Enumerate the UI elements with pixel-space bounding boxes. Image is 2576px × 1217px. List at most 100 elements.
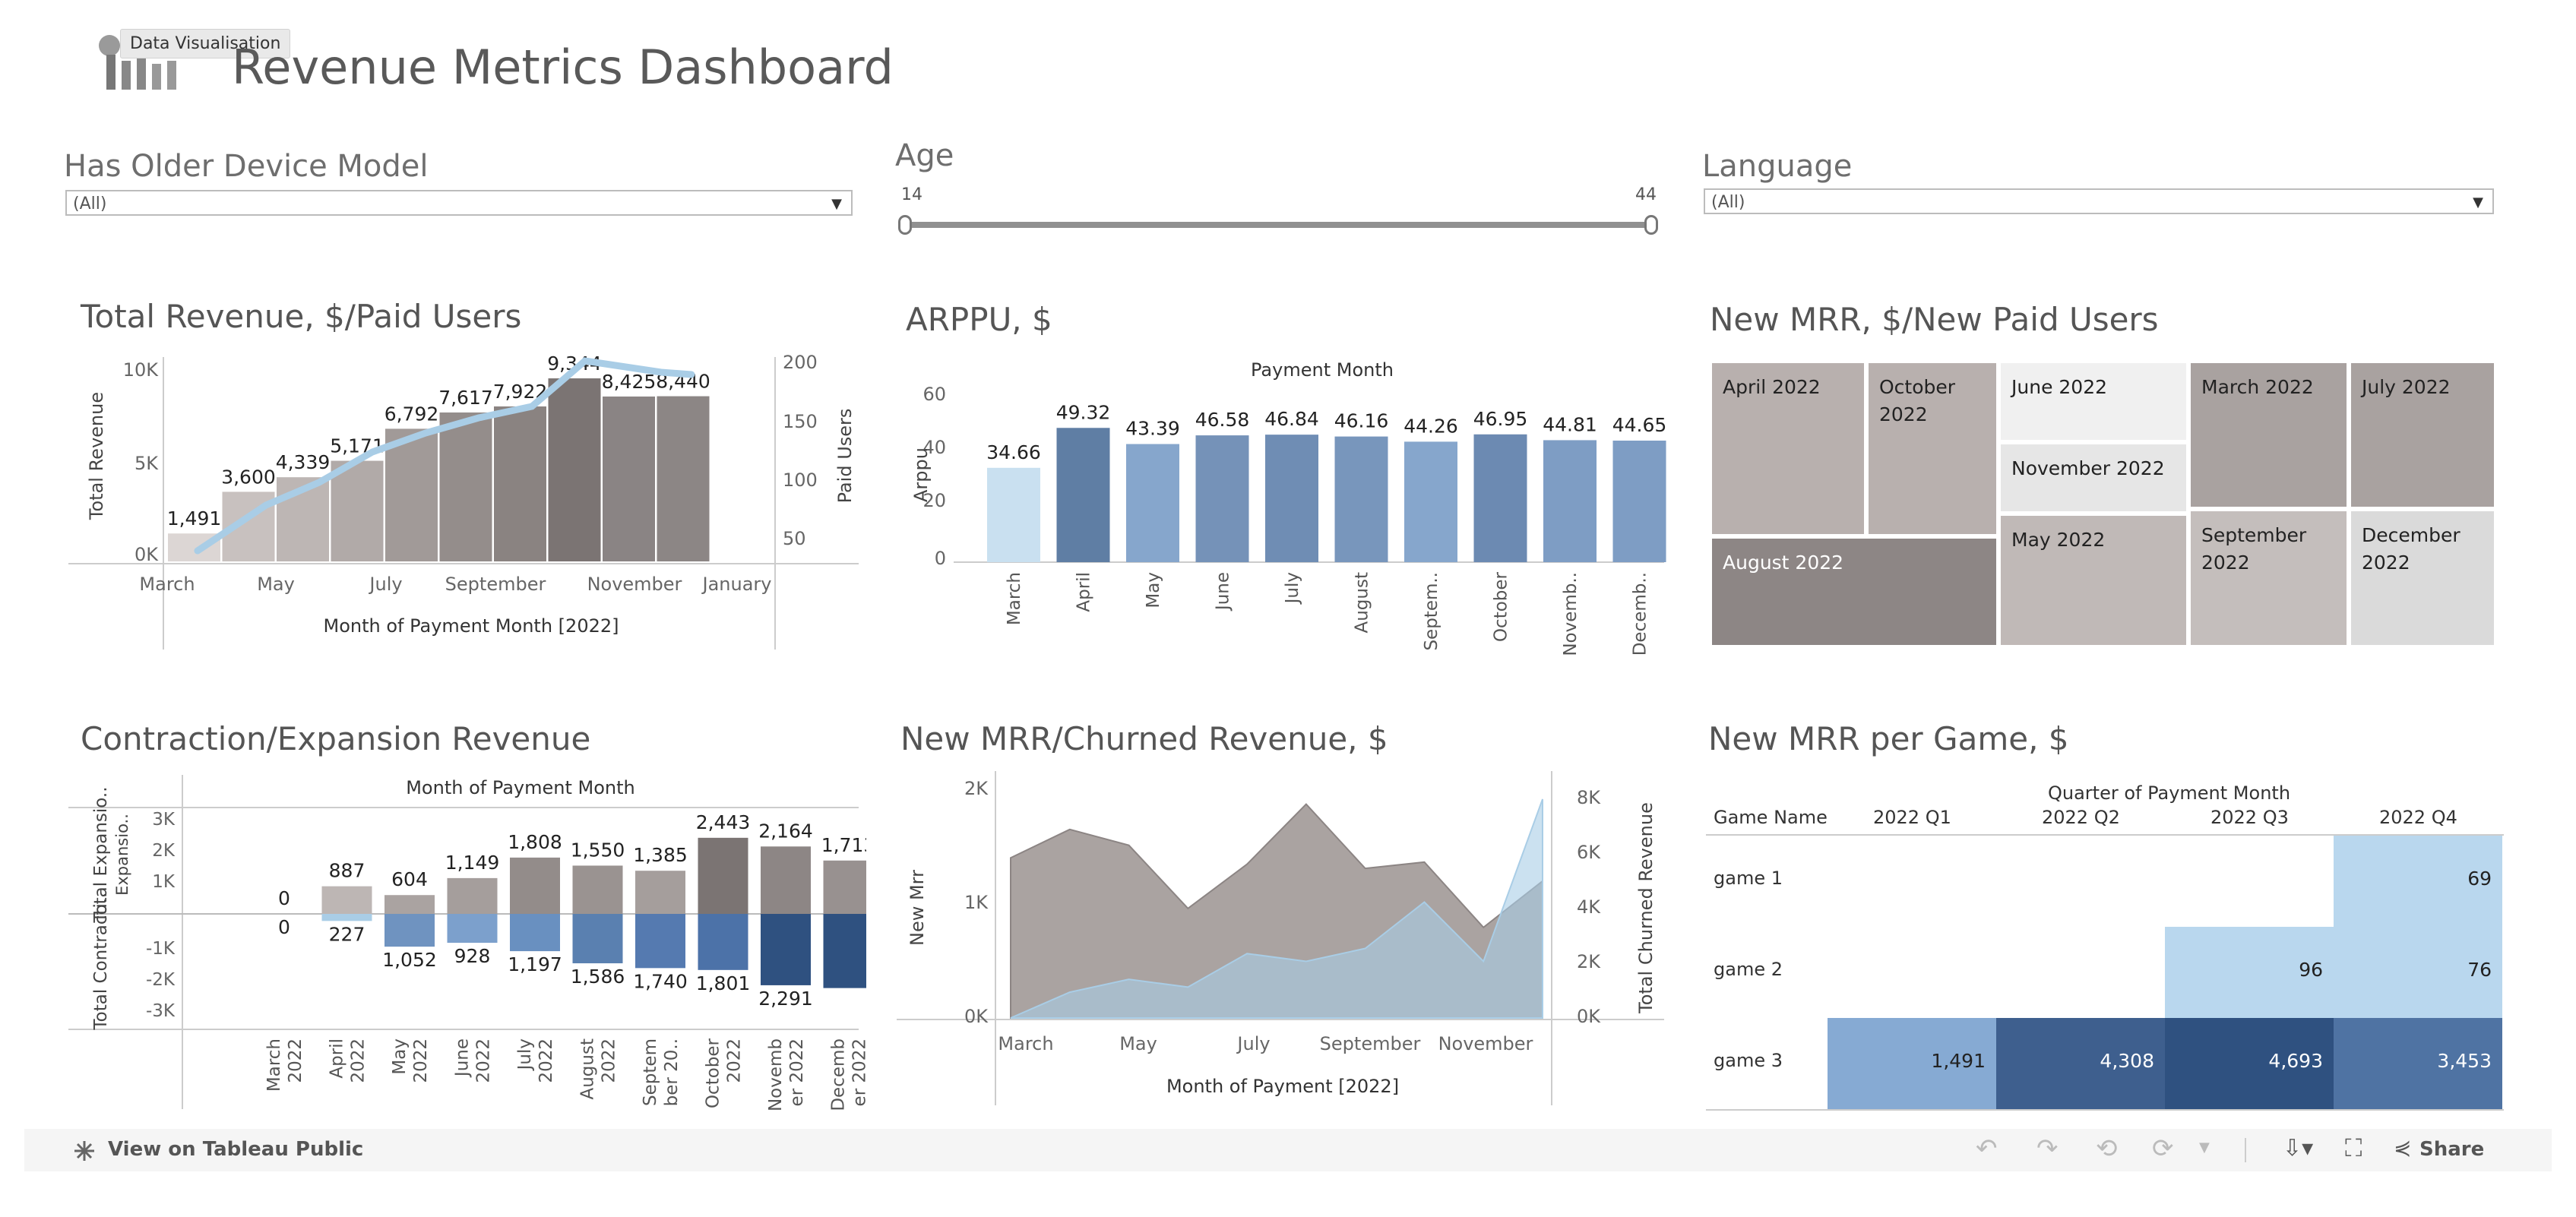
y2-tick-label: 6K: [1577, 842, 1601, 863]
x-tick-label: 2022: [411, 1038, 431, 1083]
x-tick-label: 2022: [349, 1038, 369, 1083]
device-filter-dropdown[interactable]: (All) ▼: [65, 190, 853, 216]
x-tick-label: April: [328, 1038, 347, 1079]
y-axis-label: Total Revenue: [86, 392, 107, 520]
expansion-bar: [572, 865, 623, 914]
arppu-bar: [1612, 441, 1666, 562]
contraction-bar: [385, 914, 435, 947]
divider: [2245, 1138, 2246, 1162]
per-game-title: New MRR per Game, $: [1708, 720, 2069, 757]
share-button[interactable]: Share: [2419, 1138, 2484, 1161]
x-tick-label: 2022: [600, 1038, 619, 1083]
data-label: 46.58: [1195, 409, 1250, 431]
treemap-cell[interactable]: March 2022: [2188, 361, 2349, 509]
table-cell[interactable]: 3,453: [2334, 1018, 2502, 1109]
y-tick-label: 0K: [134, 544, 159, 565]
data-label: 2,291: [758, 988, 813, 1010]
age-min-handle[interactable]: [898, 215, 912, 235]
new-mrr-title: New MRR, $/New Paid Users: [1710, 301, 2159, 338]
x-tick-label: Novemb..: [1561, 572, 1581, 656]
table-cell[interactable]: [1828, 927, 1996, 1018]
data-label: 7,617: [438, 387, 493, 409]
data-label: 44.65: [1612, 414, 1667, 436]
expansion-bar: [761, 846, 811, 914]
treemap-cell[interactable]: August 2022: [1710, 536, 1998, 647]
data-label: 1,801: [696, 972, 751, 994]
age-slider-track[interactable]: [904, 222, 1657, 228]
table-row-header: game 2: [1714, 959, 1783, 980]
device-filter-label: Has Older Device Model: [64, 149, 429, 184]
x-tick-label: November: [1438, 1033, 1533, 1054]
y-tick-label: 3K: [152, 810, 176, 830]
footer-toolbar: View on Tableau Public ↶ ↷ ⟲ ⟳ ▼ ⇩▾ ⛶ ⋞ …: [24, 1129, 2552, 1171]
table-cell[interactable]: [2165, 836, 2334, 927]
data-label: 1,713: [821, 834, 866, 856]
treemap-cell[interactable]: November 2022: [1998, 442, 2188, 514]
table-row-header: game 3: [1714, 1050, 1783, 1071]
table-body: game 1 69 game 2 96 76 game 3 1,491 4,308 4,693 3…: [1706, 834, 2504, 1111]
table-cell[interactable]: [1996, 836, 2165, 927]
table-cell[interactable]: 69: [2334, 836, 2502, 927]
y2-axis-label: Total Churned Revenue: [1635, 802, 1657, 1014]
data-label: 1,740: [633, 970, 688, 992]
fullscreen-icon[interactable]: ⛶: [2345, 1133, 2362, 1163]
x-tick-label: October: [1492, 571, 1511, 642]
table-cell[interactable]: [1828, 836, 1996, 927]
data-label: 1,385: [633, 844, 688, 866]
x-axis-label: Month of Payment [2022]: [1166, 1076, 1399, 1097]
y-tick-label: -1K: [146, 939, 176, 959]
x-tick-label: July: [515, 1038, 535, 1071]
table-cell[interactable]: 1,491: [1828, 1018, 1996, 1109]
data-label: 1,149: [445, 852, 500, 874]
x-tick-label: 2022: [536, 1038, 556, 1083]
x-tick-label: 2022: [474, 1038, 494, 1083]
data-label: 43.39: [1125, 418, 1180, 440]
contraction-bar: [823, 914, 866, 988]
x-tick-label: Decemb: [829, 1038, 849, 1111]
age-max-handle[interactable]: [1644, 215, 1658, 235]
revert-icon[interactable]: ⟲: [2096, 1133, 2118, 1164]
treemap-cell[interactable]: May 2022: [1998, 514, 2188, 647]
treemap-cell[interactable]: June 2022: [1998, 361, 2188, 442]
treemap-cell[interactable]: October 2022: [1866, 361, 1998, 536]
y-tick-label: 0: [935, 548, 946, 569]
language-filter-value: (All): [1711, 193, 1745, 212]
data-label: 3,600: [221, 466, 276, 488]
table-cell[interactable]: 76: [2334, 927, 2502, 1018]
table-cell[interactable]: 96: [2165, 927, 2334, 1018]
treemap-cell[interactable]: September 2022: [2188, 509, 2349, 647]
x-tick-label: August: [1353, 572, 1372, 634]
data-label: 2,164: [758, 820, 813, 842]
treemap-cell[interactable]: April 2022: [1710, 361, 1866, 536]
x-tick-label: January: [701, 574, 772, 595]
refresh-icon[interactable]: ⟳: [2152, 1133, 2174, 1164]
y-axis-label: Expansio..: [113, 814, 131, 896]
x-tick-label: July: [368, 574, 402, 595]
data-label: 1,197: [508, 953, 562, 975]
treemap-cell[interactable]: July 2022: [2349, 361, 2496, 509]
view-on-tableau-link[interactable]: View on Tableau Public: [108, 1138, 363, 1161]
x-tick-label: October: [704, 1038, 723, 1108]
contraction-bar: [447, 914, 498, 944]
arppu-bar: [1543, 440, 1597, 562]
x-axis-label: Month of Payment Month [2022]: [324, 615, 619, 637]
redo-icon[interactable]: ↷: [2036, 1133, 2059, 1164]
y-tick-label: 0K: [964, 1006, 989, 1027]
chevron-down-icon[interactable]: ▼: [2199, 1140, 2210, 1155]
download-icon[interactable]: ⇩▾: [2283, 1135, 2313, 1162]
undo-icon[interactable]: ↶: [1976, 1133, 1998, 1164]
x-tick-label: March: [264, 1038, 284, 1092]
arppu-bar: [987, 467, 1040, 562]
table-cell[interactable]: [1996, 927, 2165, 1018]
treemap-cell[interactable]: December 2022: [2349, 509, 2496, 647]
x-tick-label: ber 20..: [662, 1038, 682, 1106]
data-label: 0: [278, 887, 290, 909]
data-label: 1,052: [382, 949, 437, 971]
data-label: 4,339: [276, 451, 331, 473]
table-cell[interactable]: 4,693: [2165, 1018, 2334, 1109]
x-tick-label: March: [139, 574, 195, 595]
table-cell[interactable]: 4,308: [1996, 1018, 2165, 1109]
share-icon[interactable]: ⋞: [2394, 1135, 2411, 1160]
language-filter-dropdown[interactable]: (All) ▼: [1704, 188, 2494, 214]
arppu-title: ARPPU, $: [906, 301, 1052, 338]
